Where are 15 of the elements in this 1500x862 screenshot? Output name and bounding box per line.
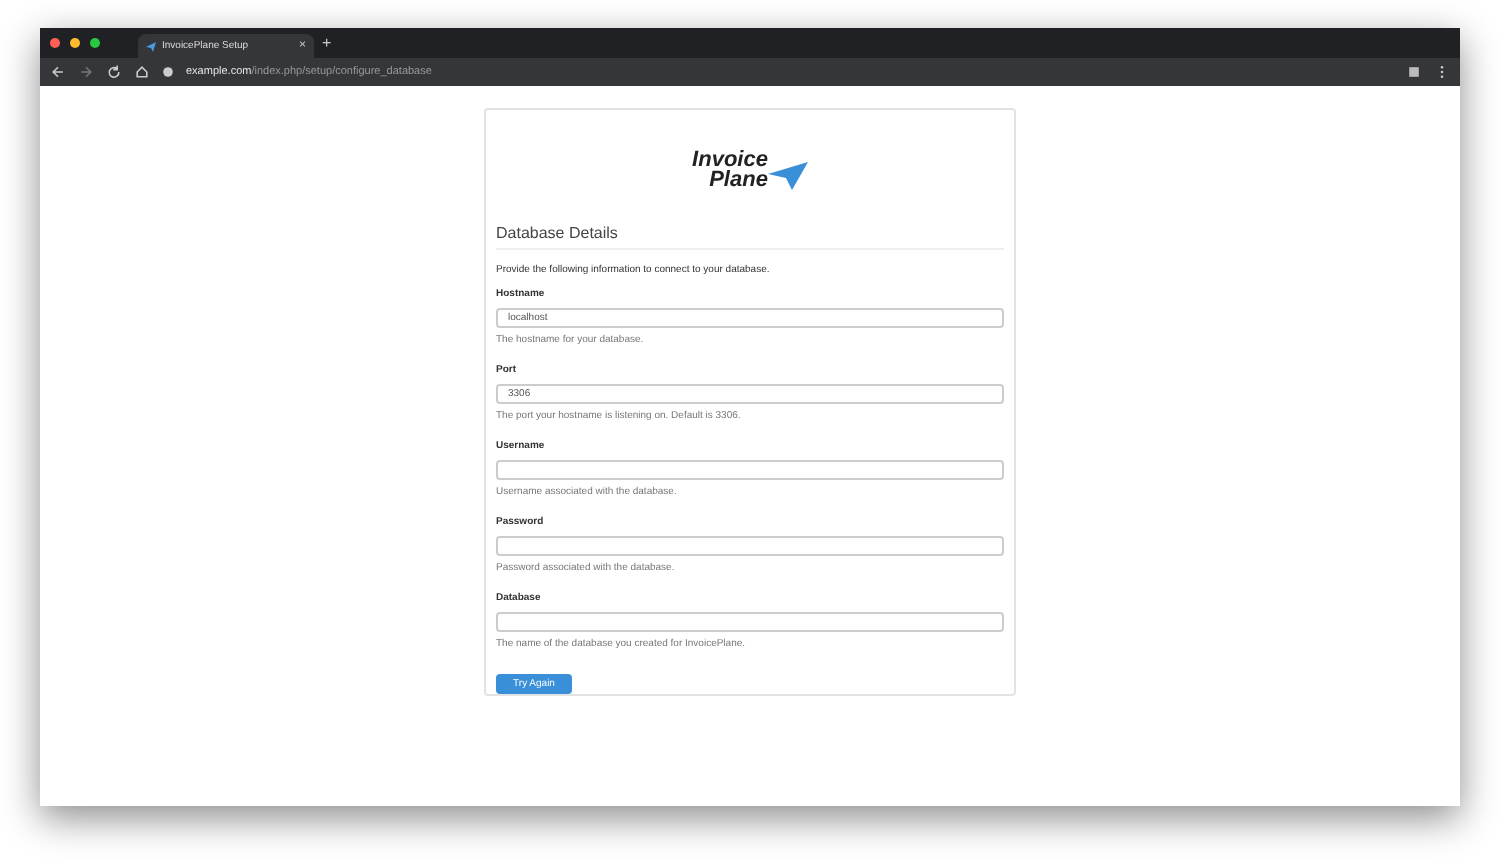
maximize-window-icon[interactable] bbox=[90, 38, 100, 48]
reload-icon[interactable] bbox=[106, 64, 122, 80]
new-tab-button[interactable]: + bbox=[322, 35, 332, 51]
close-window-icon[interactable] bbox=[50, 38, 60, 48]
home-icon[interactable] bbox=[134, 64, 150, 80]
back-icon[interactable] bbox=[50, 64, 66, 80]
input-field[interactable] bbox=[496, 535, 1004, 556]
paper-plane-icon bbox=[767, 161, 808, 190]
forward-icon[interactable] bbox=[78, 64, 94, 80]
minimize-window-icon[interactable] bbox=[70, 38, 80, 48]
paper-plane-icon bbox=[146, 41, 156, 51]
input-field[interactable] bbox=[496, 611, 1004, 632]
input-field[interactable] bbox=[496, 459, 1004, 480]
section-heading: Database Details bbox=[496, 223, 1004, 250]
logo-text: Invoice Plane bbox=[692, 149, 768, 190]
